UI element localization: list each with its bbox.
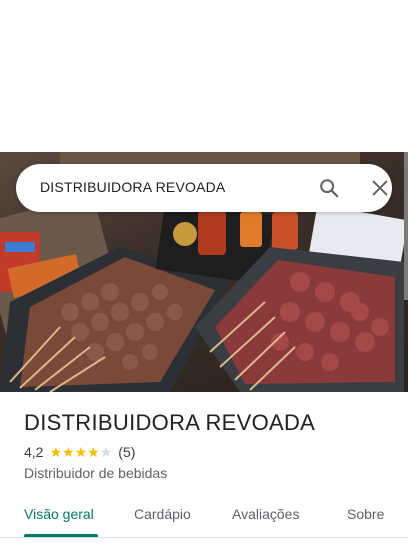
place-category[interactable]: Distribuidor de bebidas	[24, 465, 167, 481]
search-icon[interactable]	[318, 177, 340, 199]
rating-row[interactable]: 4,2 ★ ★ ★ ★ ★ (5)	[24, 444, 135, 460]
star-icon: ★	[49, 444, 63, 460]
star-icon: ★	[62, 444, 75, 460]
search-input[interactable]: DISTRIBUIDORA REVOADA	[40, 179, 225, 195]
tab-bar: Visão geral Cardápio Avaliações Sobre	[0, 496, 408, 536]
scrollbar[interactable]	[404, 152, 408, 300]
divider	[0, 537, 408, 538]
rating-value: 4,2	[24, 444, 44, 460]
tab-menu[interactable]: Cardápio	[134, 506, 191, 522]
close-icon[interactable]	[369, 177, 391, 199]
star-icon: ★	[87, 444, 100, 460]
tab-about[interactable]: Sobre	[347, 506, 384, 522]
star-rating: ★ ★ ★ ★ ★	[49, 445, 112, 459]
review-count[interactable]: (5)	[118, 444, 135, 460]
search-bar[interactable]: DISTRIBUIDORA REVOADA	[16, 164, 392, 212]
tab-reviews[interactable]: Avaliações	[232, 506, 299, 522]
tab-overview[interactable]: Visão geral	[24, 506, 94, 522]
place-title: DISTRIBUIDORA REVOADA	[24, 410, 316, 435]
star-empty-icon: ★	[99, 444, 113, 460]
star-icon: ★	[74, 444, 88, 460]
